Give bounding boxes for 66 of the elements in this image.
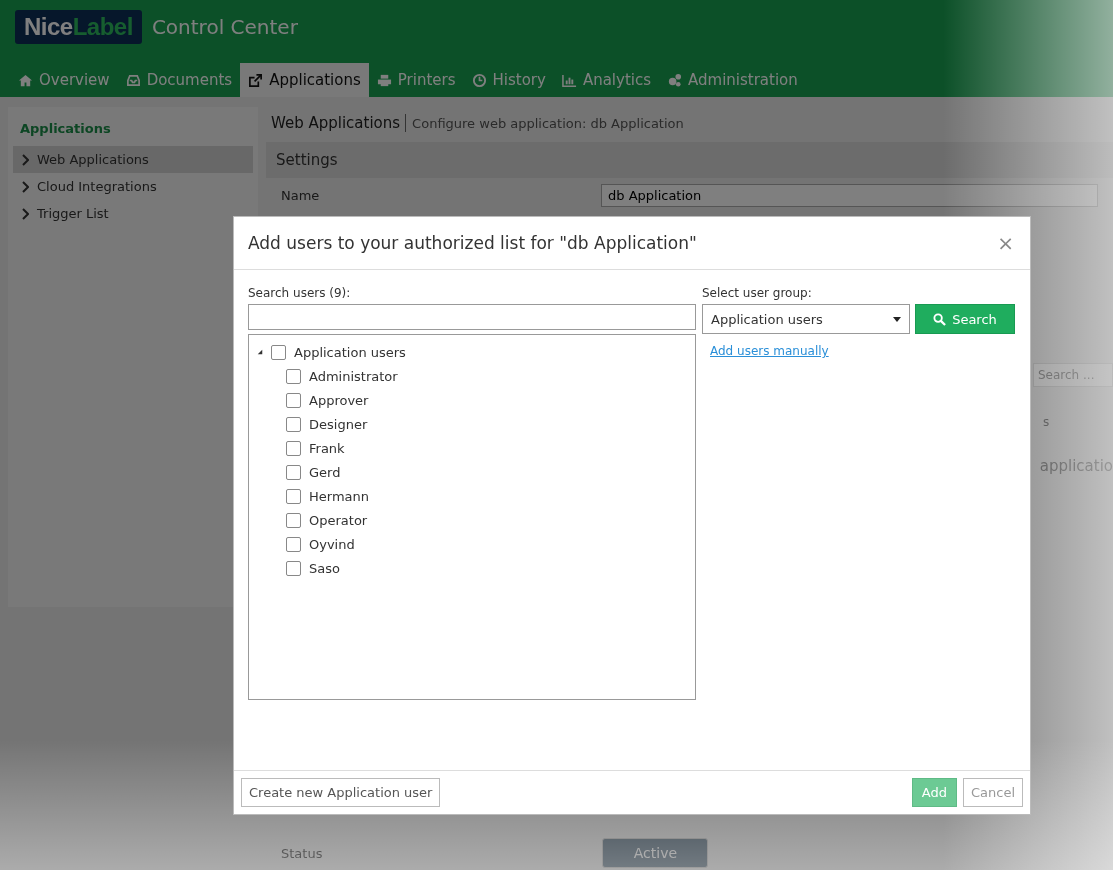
sidebar-title: Applications xyxy=(19,120,112,138)
tree-item[interactable]: Hermann xyxy=(309,488,369,504)
checkbox[interactable] xyxy=(286,488,301,504)
column-text: s xyxy=(1043,415,1051,429)
tree-item[interactable]: Oyvind xyxy=(309,536,355,552)
gears-icon xyxy=(667,72,682,88)
checkbox[interactable] xyxy=(286,560,301,576)
chart-icon xyxy=(561,72,577,88)
search-button[interactable]: Search xyxy=(915,304,1015,334)
checkbox[interactable] xyxy=(286,392,301,408)
tray-icon xyxy=(125,72,141,88)
checkbox[interactable] xyxy=(286,464,301,480)
tree-item[interactable]: Frank xyxy=(309,440,345,456)
app-title: Control Center xyxy=(151,15,298,39)
checkbox[interactable] xyxy=(286,416,301,432)
group-select[interactable]: Application users xyxy=(702,304,910,334)
share-icon xyxy=(248,72,264,88)
checkbox[interactable] xyxy=(271,344,286,360)
tree-item[interactable]: Saso xyxy=(309,560,340,576)
page-subtitle: Configure web application: db Application xyxy=(411,116,684,131)
printer-icon xyxy=(376,72,392,88)
nav-tab[interactable]: Analytics xyxy=(553,63,659,97)
search-users-field[interactable] xyxy=(248,304,696,330)
name-field[interactable]: db Application xyxy=(601,184,1098,207)
dialog-title: Add users to your authorized list for "db Application" xyxy=(248,233,697,253)
chevron-icon xyxy=(21,180,29,193)
expand-icon[interactable] xyxy=(257,349,263,355)
status-toggle[interactable]: Active xyxy=(602,838,709,868)
nav-tab[interactable]: Printers xyxy=(368,63,464,97)
sidebar-item[interactable]: Web Applications xyxy=(13,146,253,173)
add-users-link[interactable]: Add users manually xyxy=(702,344,829,358)
sidebar-item[interactable]: Trigger List xyxy=(13,200,253,227)
field-label: Name xyxy=(281,188,321,203)
field-label: Select user group: xyxy=(702,286,812,300)
nav-tab[interactable]: Documents xyxy=(117,63,241,97)
checkbox[interactable] xyxy=(286,368,301,384)
clock-icon xyxy=(471,72,487,88)
sidebar-item[interactable]: Cloud Integrations xyxy=(13,173,253,200)
nav-tab[interactable]: Administration xyxy=(659,63,806,97)
cancel-button[interactable]: Cancel xyxy=(962,778,1023,807)
chevron-icon xyxy=(21,207,29,220)
search-icon xyxy=(933,312,947,326)
nav-tab[interactable]: History xyxy=(463,63,554,97)
nav-tab[interactable]: Applications xyxy=(240,63,369,97)
close-button[interactable]: × xyxy=(995,231,1016,255)
checkbox[interactable] xyxy=(286,512,301,528)
tree-item[interactable]: Application users xyxy=(294,344,406,360)
field-label: Status xyxy=(281,845,323,861)
create-user-button[interactable]: Create new Application user xyxy=(241,778,441,807)
chevron-icon xyxy=(21,153,29,166)
checkbox[interactable] xyxy=(286,536,301,552)
tree-item[interactable]: Approver xyxy=(309,392,369,408)
caret-icon xyxy=(893,316,901,322)
search-field[interactable]: Search ... xyxy=(1033,363,1113,387)
tree-item[interactable]: Gerd xyxy=(309,464,341,480)
home-icon xyxy=(18,72,33,88)
field-label: Search users (9): xyxy=(248,286,352,300)
empty-message: applicatio xyxy=(1039,457,1113,475)
page-title: Web Applications xyxy=(271,114,407,132)
tree-item[interactable]: Designer xyxy=(309,416,368,432)
tree-item[interactable]: Operator xyxy=(309,512,368,528)
section-header: Settings xyxy=(266,142,1113,178)
checkbox[interactable] xyxy=(286,440,301,456)
nav-tab[interactable]: Overview xyxy=(10,63,118,97)
tree-item[interactable]: Administrator xyxy=(309,368,398,384)
logo: NiceLabel xyxy=(15,10,142,44)
